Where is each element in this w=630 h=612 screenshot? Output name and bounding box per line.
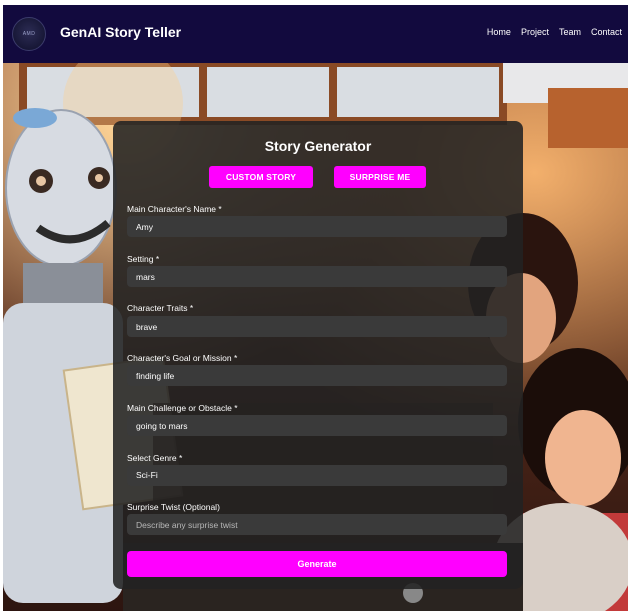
character-goal-input[interactable]	[127, 365, 507, 386]
nav-link-project[interactable]: Project	[521, 27, 549, 37]
character-name-input[interactable]	[127, 216, 507, 237]
main-nav: Home Project Team Contact	[487, 27, 622, 37]
genre-select[interactable]: Sci-Fi	[127, 465, 507, 486]
browser-viewport: AMD GenAI Story Teller Home Project Team…	[3, 5, 628, 611]
surprise-me-button[interactable]: SURPRISE ME	[334, 166, 426, 188]
nav-link-contact[interactable]: Contact	[591, 27, 622, 37]
logo[interactable]: AMD	[12, 17, 46, 51]
site-title: GenAI Story Teller	[60, 24, 182, 40]
character-traits-input[interactable]	[127, 316, 507, 337]
character-name-label: Main Character's Name *	[127, 204, 222, 214]
genre-label: Select Genre *	[127, 453, 183, 463]
form-title: Story Generator	[264, 138, 372, 154]
main-challenge-label: Main Challenge or Obstacle *	[127, 403, 238, 413]
character-traits-label: Character Traits *	[127, 303, 194, 313]
story-generator-form: Story Generator CUSTOM STORY SURPRISE ME…	[113, 121, 523, 589]
navbar: AMD GenAI Story Teller Home Project Team…	[3, 5, 628, 63]
character-goal-label: Character's Goal or Mission *	[127, 353, 238, 363]
surprise-twist-input[interactable]	[127, 514, 507, 535]
generate-button[interactable]: Generate	[127, 551, 507, 577]
setting-label: Setting *	[127, 254, 160, 264]
surprise-twist-label: Surprise Twist (Optional)	[127, 502, 220, 512]
nav-link-team[interactable]: Team	[559, 27, 581, 37]
main-challenge-input[interactable]	[127, 415, 507, 436]
nav-link-home[interactable]: Home	[487, 27, 511, 37]
custom-story-button[interactable]: CUSTOM STORY	[209, 166, 313, 188]
setting-input[interactable]	[127, 266, 507, 287]
